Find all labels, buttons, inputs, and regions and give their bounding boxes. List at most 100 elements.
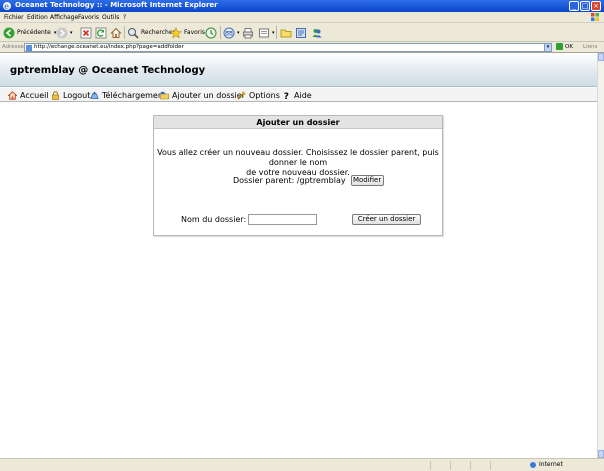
back-button[interactable]: Précédente ▾	[3, 25, 56, 40]
folder-name-input[interactable]	[248, 214, 318, 225]
nav-label: Logout	[63, 91, 91, 100]
maximize-button[interactable]: □	[580, 1, 590, 11]
scroll-down-button[interactable]	[598, 450, 604, 458]
status-cell	[490, 461, 526, 470]
panel-title: Ajouter un dossier	[154, 116, 442, 129]
menu-outils[interactable]: Outils	[102, 14, 119, 21]
internet-zone-icon	[530, 461, 536, 468]
create-folder-button[interactable]: Créer un dossier	[352, 214, 421, 225]
address-dropdown-icon[interactable]: ▾	[544, 43, 552, 52]
links-button[interactable]: Liens	[583, 44, 597, 50]
nav-item-options[interactable]: Options	[237, 90, 280, 101]
go-label: OK	[565, 43, 573, 50]
print-button[interactable]	[242, 25, 256, 40]
mail-icon	[223, 27, 235, 38]
search-button[interactable]: Rechercher	[127, 25, 175, 40]
refresh-icon	[95, 27, 107, 38]
discuss-button[interactable]	[280, 25, 294, 40]
print-icon	[243, 27, 253, 38]
security-zone: Internet	[530, 461, 563, 468]
nav-item-accueil[interactable]: Accueil	[8, 90, 49, 101]
internet-explorer-icon: e	[3, 2, 11, 11]
status-cell	[470, 461, 490, 470]
upload-icon	[90, 91, 99, 99]
mail-dropdown-icon[interactable]: ▾	[237, 30, 240, 36]
address-url: http://echange.oceanet.eu/index.php?page…	[34, 44, 184, 50]
site-brand: gptremblay @ Oceanet Technology	[10, 65, 206, 76]
site-header: gptremblay @ Oceanet Technology	[0, 53, 597, 87]
research-icon	[296, 27, 306, 38]
menu-favoris[interactable]: Favoris	[78, 14, 99, 21]
toolbar-separator	[220, 26, 221, 39]
address-label: Adresse	[2, 44, 24, 50]
back-label: Précédente	[17, 29, 51, 36]
nav-item-logout[interactable]: Logout	[51, 90, 90, 101]
nav-item-ajouter-dossier[interactable]: Ajouter un dossier	[160, 90, 245, 101]
menu-fichier[interactable]: Fichier	[4, 14, 24, 21]
messenger-icon	[312, 28, 322, 37]
options-icon	[237, 91, 246, 100]
browser-toolbar: Précédente ▾ ▾ Rechercher Favoris ▾ ▾	[0, 23, 604, 42]
panel-message: Vous allez créer un nouveau dossier. Cho…	[154, 148, 442, 178]
toolbar-separator	[124, 26, 125, 39]
folder-name-label: Nom du dossier:	[181, 215, 247, 224]
nav-item-aide[interactable]: ? Aide	[282, 90, 312, 101]
svg-text:e: e	[4, 2, 9, 11]
close-button[interactable]: ×	[591, 1, 601, 11]
home-icon	[8, 91, 17, 100]
panel-message-line-1: Vous allez créer un nouveau dossier. Cho…	[157, 148, 439, 167]
minimize-button[interactable]: _	[569, 1, 579, 11]
folder-icon	[280, 29, 292, 37]
vertical-scrollbar[interactable]	[597, 53, 604, 458]
mail-button[interactable]: ▾	[223, 25, 240, 40]
status-cell	[430, 461, 450, 470]
menu-affichage[interactable]: Affichage	[50, 14, 78, 21]
folder-name-row: Nom du dossier:	[181, 214, 318, 225]
history-icon	[205, 27, 217, 38]
edit-page-icon	[259, 28, 269, 37]
menu-edition[interactable]: Edition	[27, 14, 48, 21]
window-title: Oceanet Technology :: - Microsoft Intern…	[15, 1, 218, 9]
messenger-button[interactable]	[311, 25, 325, 40]
favorites-button[interactable]: Favoris	[170, 25, 205, 40]
refresh-button[interactable]	[95, 25, 109, 40]
status-cell	[450, 461, 470, 470]
toolbar-separator	[276, 26, 277, 39]
site-navigation: Accueil Logout Téléchargement Ajouter un…	[0, 88, 597, 102]
lock-icon	[52, 91, 59, 100]
address-bar: Adresse http://echange.oceanet.eu/index.…	[0, 42, 604, 53]
go-button[interactable]: OK	[556, 43, 573, 50]
modify-button[interactable]: Modifier	[350, 175, 384, 186]
edit-button[interactable]: ▾	[258, 25, 275, 40]
help-icon: ?	[284, 92, 289, 100]
scroll-up-button[interactable]	[598, 53, 604, 61]
nav-label: Options	[249, 91, 280, 100]
page-icon	[26, 45, 32, 51]
parent-folder-label: Dossier parent: /gptremblay	[233, 176, 346, 185]
star-icon	[170, 26, 182, 38]
history-button[interactable]	[205, 25, 219, 40]
menu-help[interactable]: ?	[123, 14, 126, 21]
research-button[interactable]	[295, 25, 309, 40]
forward-arrow-icon	[56, 27, 68, 38]
favorites-label: Favoris	[184, 29, 206, 36]
status-bar: Internet	[0, 458, 604, 471]
nav-label: Accueil	[20, 91, 49, 100]
window-title-bar[interactable]: e Oceanet Technology :: - Microsoft Inte…	[0, 0, 604, 12]
edit-dropdown-icon[interactable]: ▾	[272, 30, 275, 36]
menu-bar: Fichier Edition Affichage Favoris Outils…	[0, 12, 604, 23]
nav-item-telechargement[interactable]: Téléchargement	[90, 90, 166, 101]
address-input[interactable]: http://echange.oceanet.eu/index.php?page…	[24, 43, 552, 52]
zone-label: Internet	[539, 461, 563, 468]
add-folder-icon	[160, 91, 169, 100]
stop-button[interactable]	[80, 25, 94, 40]
nav-label: Téléchargement	[102, 91, 167, 100]
forward-button[interactable]: ▾	[56, 25, 73, 40]
nav-label: Aide	[294, 91, 312, 100]
home-button[interactable]	[110, 25, 124, 40]
add-folder-panel: Ajouter un dossier Vous allez créer un n…	[153, 115, 443, 236]
page-content: gptremblay @ Oceanet Technology Accueil …	[0, 53, 597, 458]
search-icon	[128, 27, 139, 39]
forward-dropdown-icon[interactable]: ▾	[70, 30, 73, 36]
home-icon	[110, 27, 122, 38]
